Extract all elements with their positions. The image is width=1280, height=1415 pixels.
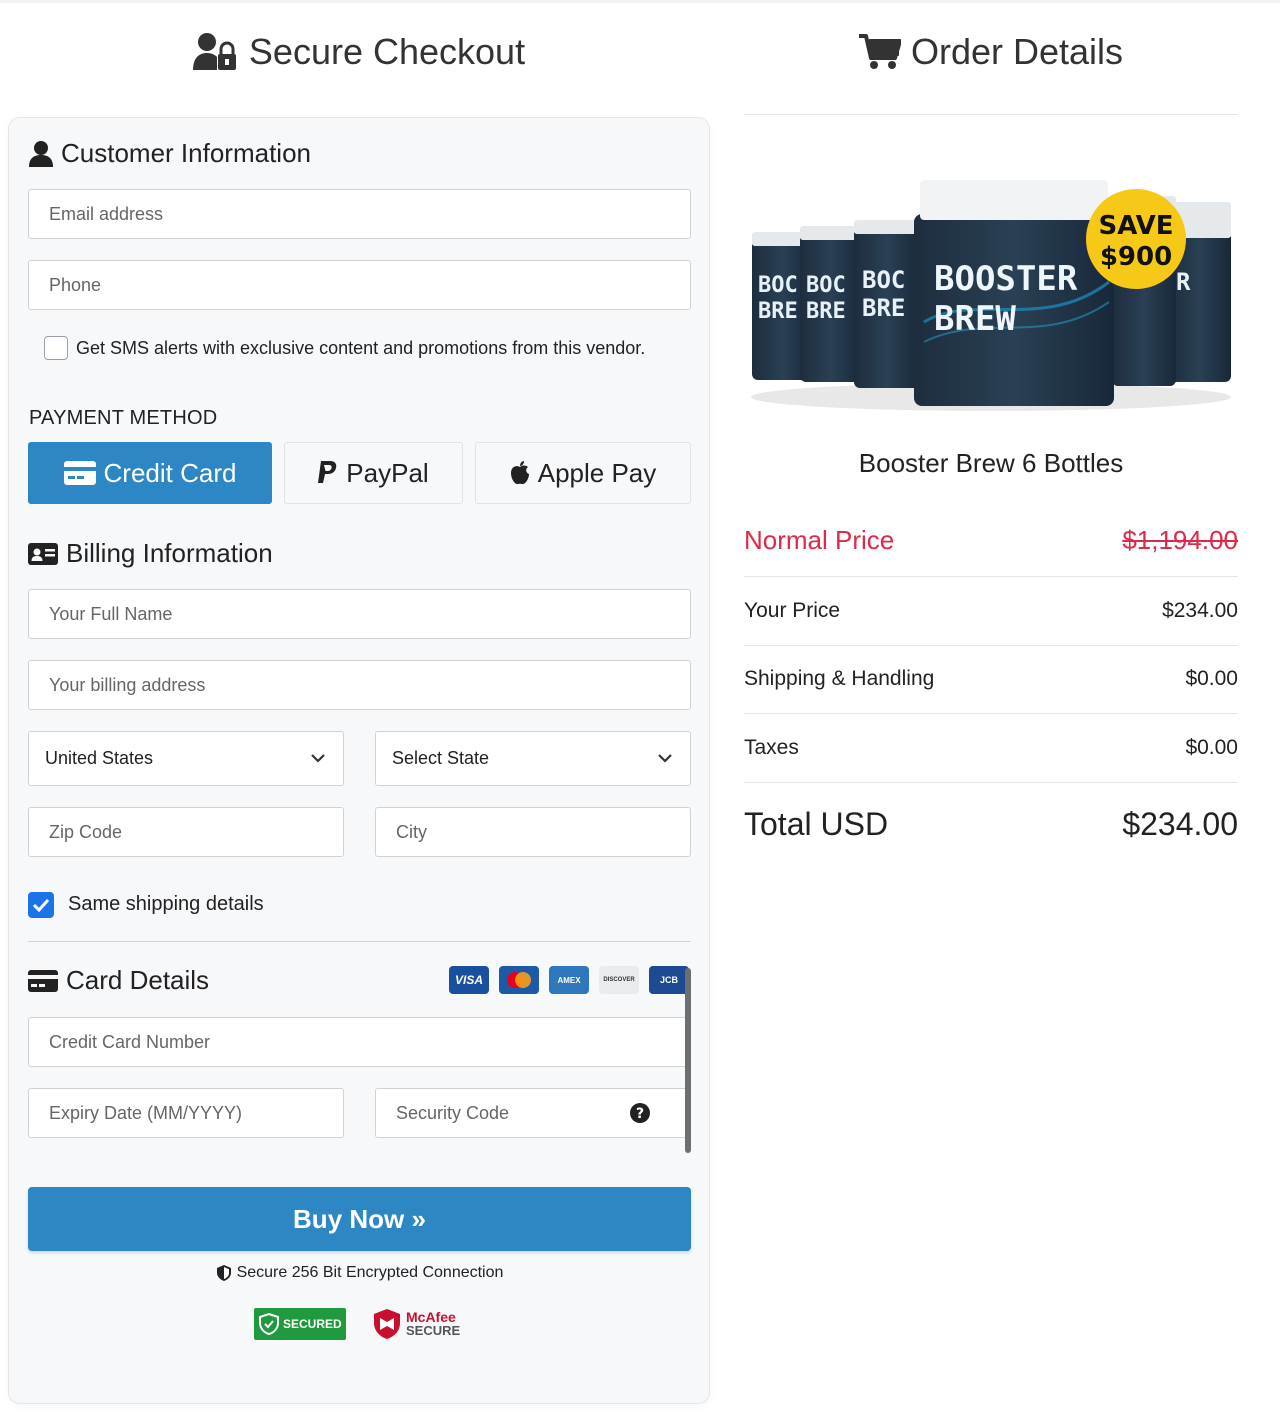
apple-pay-payment-button[interactable]: Apple Pay (475, 442, 691, 504)
id-card-icon (28, 542, 58, 565)
mcafee-badge-line1: McAfee (406, 1309, 456, 1325)
chevron-down-icon (311, 754, 325, 763)
discover-logo: DISCOVER (599, 966, 639, 994)
shipping-row: Shipping & Handling $0.00 (744, 665, 1238, 693)
bottle-brand-line1: BOOSTER (934, 259, 1078, 299)
svg-text:BRE: BRE (806, 299, 846, 324)
secure-checkout-heading: Secure Checkout (8, 26, 710, 78)
billing-address-input[interactable]: Your billing address (28, 660, 691, 710)
bottle-brand-line2: BREW (934, 299, 1016, 339)
mcafee-badge-line2: SECURE (406, 1323, 461, 1338)
your-price-value: $234.00 (1162, 599, 1238, 622)
jcb-logo: JCB (649, 966, 689, 994)
secure-connection-note: Secure 256 Bit Encrypted Connection (9, 1264, 711, 1282)
price-divider (744, 645, 1238, 646)
billing-info-section-title: Billing Information (28, 538, 273, 569)
normal-price-label: Normal Price (744, 524, 895, 555)
total-value: $234.00 (1122, 805, 1238, 842)
buy-now-button[interactable]: Buy Now » (28, 1187, 691, 1251)
svg-text:BRE: BRE (862, 294, 905, 322)
zip-code-input[interactable]: Zip Code (28, 807, 344, 857)
secure-checkout-title: Secure Checkout (248, 31, 526, 72)
shield-icon (216, 1265, 231, 1281)
price-divider (744, 713, 1238, 714)
paypal-payment-button[interactable]: PayPal (284, 442, 463, 504)
svg-text:R: R (1176, 268, 1191, 296)
total-row: Total USD $234.00 (744, 804, 1238, 844)
checkmark-icon (32, 898, 50, 912)
card-section-scrollbar[interactable] (685, 968, 691, 1153)
normal-price-value: $1,194.00 (1122, 524, 1238, 555)
save-badge-line1: SAVE (1099, 211, 1174, 241)
same-shipping-label: Same shipping details (68, 893, 264, 915)
same-shipping-checkbox[interactable] (28, 892, 54, 918)
paypal-icon (318, 461, 337, 483)
sms-alerts-checkbox[interactable] (44, 336, 68, 360)
visa-logo: VISA (449, 966, 489, 994)
product-name: Booster Brew 6 Bottles (858, 448, 1124, 478)
mcafee-shield-icon (374, 1309, 400, 1339)
security-code-input[interactable]: Security Code ? (375, 1088, 691, 1138)
order-details-title: Order Details (910, 31, 1124, 72)
payment-method-label: PAYMENT METHOD (29, 407, 218, 429)
taxes-label: Taxes (744, 736, 799, 759)
mastercard-logo (499, 966, 539, 994)
total-label: Total USD (744, 805, 889, 842)
full-name-input[interactable]: Your Full Name (28, 589, 691, 639)
shipping-value: $0.00 (1185, 667, 1238, 690)
order-top-divider (744, 114, 1238, 115)
secured-badge: SECURED (254, 1308, 346, 1340)
country-select[interactable]: United States (28, 731, 344, 786)
shopping-cart-icon (858, 34, 901, 69)
svg-text:BRE: BRE (758, 299, 798, 324)
apple-icon (510, 461, 529, 485)
mcafee-badge: McAfee SECURE (372, 1308, 460, 1340)
city-input[interactable]: City (375, 807, 691, 857)
taxes-row: Taxes $0.00 (744, 734, 1238, 762)
your-price-label: Your Price (744, 599, 841, 622)
email-input[interactable]: Email address (28, 189, 691, 239)
user-lock-icon (192, 33, 236, 70)
order-details-heading: Order Details (744, 26, 1238, 78)
chevron-down-icon (658, 754, 672, 763)
customer-info-section-title: Customer Information (29, 138, 311, 169)
svg-text:BOC: BOC (862, 266, 905, 294)
checkout-form-card: Customer Information Email address Phone… (8, 117, 710, 1404)
credit-card-icon (63, 461, 96, 485)
svg-text:?: ? (636, 1106, 644, 1122)
taxes-value: $0.00 (1185, 736, 1238, 759)
your-price-row: Your Price $234.00 (744, 597, 1238, 625)
user-icon (29, 140, 53, 167)
card-details-section-title: Card Details (28, 965, 209, 996)
credit-card-payment-button[interactable]: Credit Card (28, 442, 272, 504)
state-select[interactable]: Select State (375, 731, 691, 786)
shipping-label: Shipping & Handling (744, 667, 935, 690)
price-divider (744, 576, 1238, 577)
svg-text:BOC: BOC (806, 273, 846, 298)
accepted-cards: VISA AMEX DISCOVER JCB (449, 966, 689, 994)
phone-input[interactable]: Phone (28, 260, 691, 310)
page-top-border (0, 0, 1280, 3)
credit-card-icon (28, 969, 58, 992)
amex-logo: AMEX (549, 966, 589, 994)
section-divider (28, 941, 691, 942)
product-bottles-image: BOC BRE BOC BRE BOC BRE BOOSTER BREW R S… (751, 180, 1231, 411)
svg-text:BOC: BOC (758, 273, 798, 298)
save-badge-line2: $900 (1100, 242, 1172, 272)
secured-shield-icon (259, 1313, 279, 1335)
price-divider (744, 782, 1238, 783)
sms-alerts-label: Get SMS alerts with exclusive content an… (76, 338, 646, 358)
card-number-input[interactable]: Credit Card Number (28, 1017, 691, 1067)
expiry-date-input[interactable]: Expiry Date (MM/YYYY) (28, 1088, 344, 1138)
question-circle-icon[interactable]: ? (630, 1103, 650, 1123)
secured-badge-text: SECURED (283, 1317, 342, 1331)
normal-price-row: Normal Price $1,194.00 (744, 522, 1238, 558)
